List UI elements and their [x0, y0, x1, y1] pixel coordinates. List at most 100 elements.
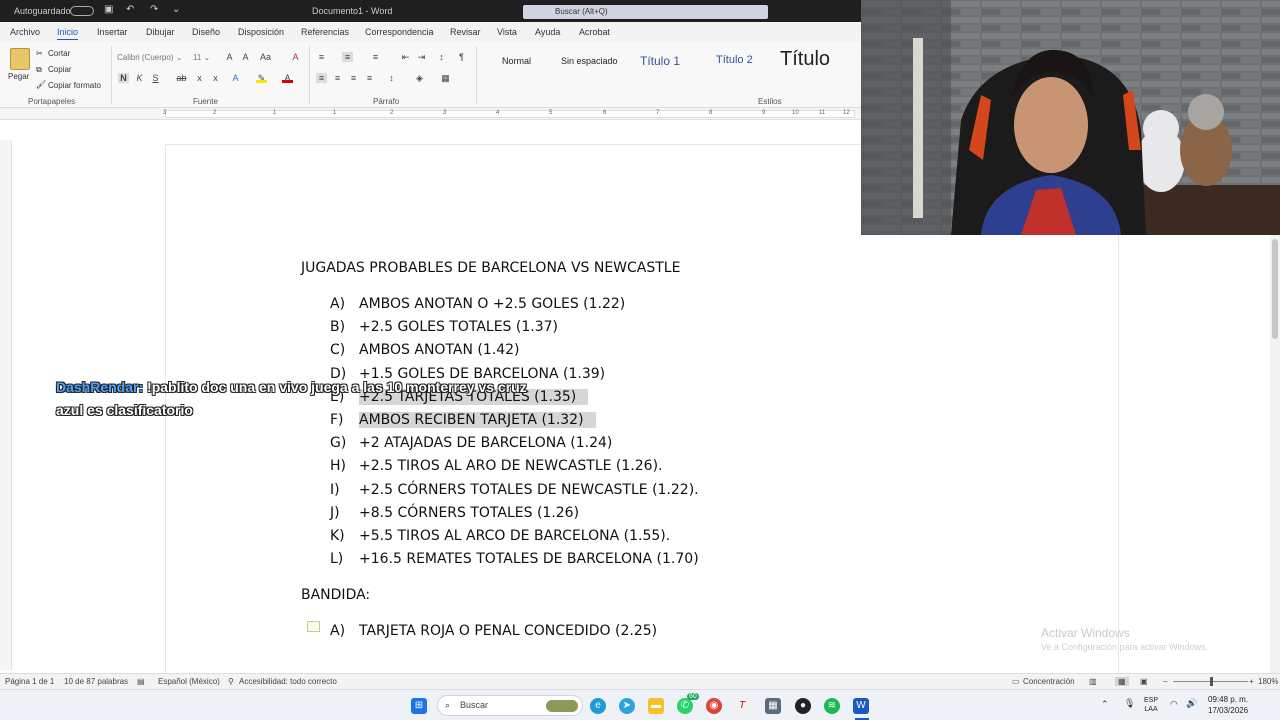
autosave-toggle[interactable] — [70, 6, 94, 16]
focus-mode[interactable]: Concentración — [1023, 677, 1075, 686]
list-item[interactable]: +2.5 CÓRNERS TOTALES DE NEWCASTLE (1.22)… — [359, 482, 699, 498]
format-painter-icon[interactable]: 🖌 — [36, 80, 46, 89]
strikethrough-icon[interactable]: ab — [176, 73, 187, 83]
style-sin-espaciado[interactable]: Sin espaciado — [561, 56, 618, 66]
system-clock[interactable]: 09:48 p. m. 17/03/2026 — [1208, 694, 1248, 716]
list-item[interactable]: +2.5 GOLES TOTALES (1.37) — [359, 319, 558, 335]
tab-archivo[interactable]: Archivo — [10, 27, 40, 37]
list-item[interactable]: +16.5 REMATES TOTALES DE BARCELONA (1.70… — [359, 551, 699, 567]
format-painter-button[interactable]: Copiar formato — [48, 81, 101, 90]
underline-icon[interactable]: S — [150, 73, 161, 83]
chrome-icon[interactable]: ◉ — [706, 698, 722, 714]
scissors-icon[interactable]: ✂ — [36, 49, 43, 58]
borders-icon[interactable]: ▦ — [440, 73, 451, 83]
edge-icon[interactable]: e — [590, 698, 606, 714]
change-case-icon[interactable]: Aa — [260, 52, 271, 62]
bullets-icon[interactable]: ≡ — [316, 52, 327, 62]
style-titulo-1[interactable]: Título 1 — [640, 54, 680, 68]
web-layout-icon[interactable]: ▣ — [1140, 677, 1148, 686]
shading-icon[interactable]: ◈ — [414, 73, 425, 83]
tab-insertar[interactable]: Insertar — [97, 27, 128, 37]
tab-vista[interactable]: Vista — [497, 27, 517, 37]
taskbar-search[interactable]: ⌕ Buscar — [437, 695, 583, 716]
cut-button[interactable]: Cortar — [48, 49, 70, 58]
style-titulo[interactable]: Título — [780, 48, 830, 71]
save-icon[interactable]: ▣ — [104, 4, 113, 15]
telegram-icon[interactable]: ➤ — [619, 698, 635, 714]
spotify-icon[interactable]: ≋ — [824, 698, 840, 714]
focus-icon[interactable]: ▭ — [1012, 677, 1020, 686]
zoom-out-icon[interactable]: − — [1163, 677, 1168, 686]
tab-revisar[interactable]: Revisar — [450, 27, 481, 37]
bandida-heading[interactable]: BANDIDA: — [301, 587, 370, 603]
paste-options-icon[interactable] — [307, 621, 320, 632]
clear-format-icon[interactable]: A — [290, 52, 301, 62]
list-item[interactable]: AMBOS ANOTAN (1.42) — [359, 342, 520, 358]
increase-indent-icon[interactable]: ⇥ — [416, 52, 427, 62]
language-status[interactable]: Español (México) — [158, 677, 220, 686]
proofing-icon[interactable]: ▤ — [137, 677, 145, 686]
customize-icon[interactable]: ⌄ — [172, 4, 180, 15]
zoom-level[interactable]: 180% — [1258, 677, 1278, 686]
word-icon[interactable]: W — [853, 698, 869, 714]
zoom-in-icon[interactable]: + — [1249, 677, 1254, 686]
grow-font-icon[interactable]: A — [224, 52, 235, 62]
list-item[interactable]: +8.5 CÓRNERS TOTALES (1.26) — [359, 505, 579, 521]
show-marks-icon[interactable]: ¶ — [456, 52, 467, 62]
redo-icon[interactable]: ↷ — [150, 4, 158, 15]
list-item[interactable]: +5.5 TIROS AL ARCO DE BARCELONA (1.55). — [359, 528, 670, 544]
font-color-icon[interactable]: A — [282, 73, 293, 83]
style-titulo-2[interactable]: Título 2 — [716, 54, 753, 66]
justify-icon[interactable]: ≡ — [364, 73, 375, 83]
accessibility-icon[interactable]: ⚲ — [228, 677, 234, 686]
chevron-up-icon[interactable]: ⌃ — [1101, 699, 1109, 710]
text-effects-icon[interactable]: A — [230, 73, 241, 83]
tab-inicio[interactable]: Inicio — [57, 27, 78, 37]
tab-acrobat[interactable]: Acrobat — [579, 27, 610, 37]
obs-icon[interactable]: ● — [795, 698, 811, 714]
italic-icon[interactable]: K — [134, 73, 145, 83]
line-spacing-icon[interactable]: ↕ — [386, 73, 397, 83]
copy-button[interactable]: Copiar — [48, 65, 72, 74]
subscript-icon[interactable]: x — [194, 73, 205, 83]
vertical-scrollbar[interactable] — [1270, 235, 1280, 673]
highlight-icon[interactable]: ✎ — [256, 73, 267, 83]
decrease-indent-icon[interactable]: ⇤ — [400, 52, 411, 62]
align-center-icon[interactable]: ≡ — [332, 73, 343, 83]
tab-correspondencia[interactable]: Correspondencia — [365, 27, 434, 37]
accessibility-status[interactable]: Accesibilidad: todo correcto — [239, 677, 337, 686]
align-left-icon[interactable]: ≡ — [316, 73, 327, 83]
microphone-icon[interactable]: 🎙 — [1124, 698, 1135, 709]
copy-icon[interactable]: ⧉ — [36, 65, 42, 75]
page-count[interactable]: Página 1 de 1 — [5, 677, 54, 686]
scrollbar-thumb[interactable] — [1272, 239, 1278, 339]
volume-icon[interactable]: 🔊 — [1186, 698, 1197, 709]
tab-disposicion[interactable]: Disposición — [238, 27, 284, 37]
list-item[interactable]: +2 ATAJADAS DE BARCELONA (1.24) — [359, 435, 612, 451]
wifi-icon[interactable]: ◠ — [1170, 699, 1178, 710]
multilevel-list-icon[interactable]: ≡ — [370, 52, 381, 62]
document-heading[interactable]: JUGADAS PROBABLES DE BARCELONA VS NEWCAS… — [301, 260, 680, 276]
windows-start-icon[interactable]: ⊞ — [411, 698, 427, 714]
shrink-font-icon[interactable]: A — [240, 52, 251, 62]
horizontal-ruler[interactable]: 3 2 1 1 2 3 4 5 6 7 8 9 10 11 12 — [0, 108, 861, 120]
sort-icon[interactable]: ↕ — [436, 52, 447, 62]
undo-icon[interactable]: ↶ — [126, 4, 134, 15]
vertical-ruler[interactable] — [0, 140, 12, 670]
font-name-select[interactable]: Calibri (Cuerpo) ⌄ — [117, 51, 191, 64]
list-item[interactable]: AMBOS ANOTAN O +2.5 GOLES (1.22) — [359, 296, 625, 312]
list-item[interactable]: +2.5 TIROS AL ARO DE NEWCASTLE (1.26). — [359, 458, 662, 474]
zoom-slider-thumb[interactable] — [1210, 677, 1213, 686]
font-size-select[interactable]: 11 ⌄ — [193, 51, 221, 64]
tab-referencias[interactable]: Referencias — [301, 27, 349, 37]
whatsapp-icon[interactable]: ✆ — [677, 698, 693, 714]
title-search-box[interactable]: Buscar (Alt+Q) — [523, 5, 768, 19]
align-right-icon[interactable]: ≡ — [348, 73, 359, 83]
tab-ayuda[interactable]: Ayuda — [535, 27, 560, 37]
tab-diseno[interactable]: Diseño — [192, 27, 220, 37]
style-normal[interactable]: Normal — [502, 56, 531, 66]
list-item[interactable]: TARJETA ROJA O PENAL CONCEDIDO (2.25) — [359, 623, 657, 639]
superscript-icon[interactable]: x — [210, 73, 221, 83]
news-widget-icon[interactable] — [546, 700, 578, 712]
paste-icon[interactable] — [10, 48, 30, 70]
